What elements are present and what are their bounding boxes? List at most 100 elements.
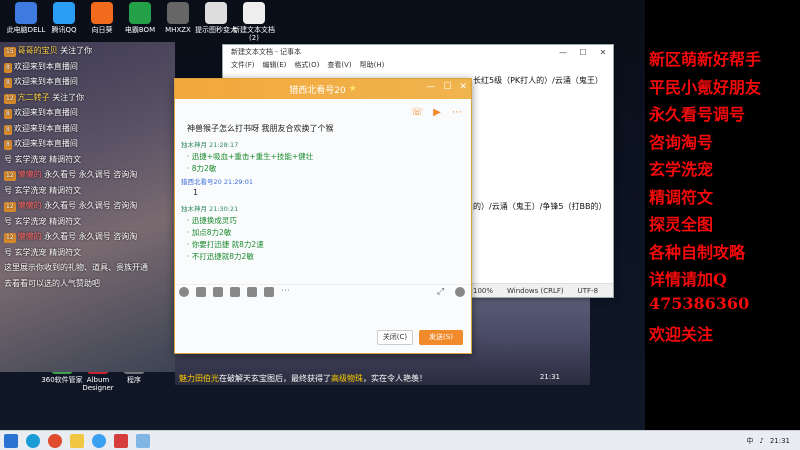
chat-text: 号 玄学洗宠 精调符文 <box>4 154 82 164</box>
chat-text: 永久看号 永久调号 咨询淘 <box>44 170 138 179</box>
menu-item[interactable]: 帮助(H) <box>360 60 385 70</box>
notepad-titlebar[interactable]: 新建文本文档 - 记事本 — ☐ ✕ <box>223 45 613 59</box>
qq-call-tools: ☏ ▶ ⋯ <box>411 107 463 119</box>
notepad-line-1: 长红5级（PK打人的）/云涌（鬼王） <box>473 76 603 85</box>
image-icon[interactable] <box>247 286 257 297</box>
app-icon <box>205 2 227 24</box>
chat-text: 关注了你 <box>60 46 93 55</box>
chat-username[interactable]: 懒懒的 <box>18 201 42 210</box>
chat-message: 1 <box>193 188 198 197</box>
qq-taskbar-icon[interactable] <box>92 433 106 448</box>
chrome-icon[interactable] <box>48 433 62 448</box>
level-badge: 12 <box>4 171 16 181</box>
promo-line: 探灵全图 <box>649 215 714 234</box>
folder-icon[interactable] <box>230 286 240 297</box>
close-icon[interactable]: ✕ <box>593 48 613 57</box>
edge-icon[interactable] <box>26 433 40 448</box>
chat-text: 关注了你 <box>52 92 85 102</box>
level-badge: 8 <box>4 124 12 135</box>
banner-item: 高级物珠 <box>331 374 363 383</box>
qq-input-toolbar: ⋯ ⤢ <box>175 284 471 298</box>
star-icon: ★ <box>348 84 357 94</box>
promo-line: 平民小氪好朋友 <box>649 77 762 97</box>
send-button[interactable]: 发送(S) <box>419 330 463 345</box>
emoji-icon[interactable] <box>179 286 189 297</box>
maximize-icon[interactable]: ☐ <box>443 82 451 92</box>
message-text: 独木神月 21:28:17 <box>181 141 239 149</box>
clock[interactable]: 21:31 <box>770 437 790 445</box>
banner-text1: 在破解天玄宝图后，最终获得了 <box>219 374 331 383</box>
close-button[interactable]: 关闭(C) <box>377 330 413 345</box>
promo-line: 永久看号调号 <box>649 105 746 124</box>
qq-message-input[interactable]: 关闭(C) 发送(S) <box>175 299 471 353</box>
menu-item[interactable]: 查看(V) <box>327 60 351 70</box>
qq-chat-header[interactable]: 猎西北看号20 ★ — ☐ ✕ <box>175 79 471 99</box>
qq-chat-window[interactable]: 猎西北看号20 ★ — ☐ ✕ ☏ ▶ ⋯ 神兽猴子怎么打书呀 我朋友合欢换了个… <box>174 78 472 354</box>
windows-start-icon[interactable] <box>4 433 18 448</box>
chat-message: · 你要打迅捷 就8力2速 <box>187 239 264 250</box>
phone-screen-icon[interactable] <box>264 286 274 297</box>
promo-line: 咨询淘号 <box>649 132 714 152</box>
chat-message: · 不打迅捷就8力2敏 <box>187 251 254 262</box>
encoding: UTF-8 <box>577 286 599 295</box>
promo-line: 精调符文 <box>649 187 714 207</box>
chat-text: 欢迎来到本直播间 <box>13 61 78 71</box>
qq-chat-title: 猎西北看号20 <box>289 85 346 96</box>
app-icon[interactable] <box>114 433 128 448</box>
stream-chat-line: 号 玄学洗宠 精调符文 <box>4 186 81 196</box>
notepad-taskbar-icon[interactable] <box>136 433 150 448</box>
phone-icon[interactable]: ☏ <box>411 107 424 119</box>
level-badge: 8 <box>4 140 12 150</box>
message-text: 神兽猴子怎么打书呀 我朋友合欢换了个猴 <box>187 124 334 133</box>
desktop-icon-label: 新建文本文档(2) <box>233 26 275 42</box>
more-tools-icon[interactable]: ⋯ <box>281 286 291 297</box>
chat-username[interactable]: 懒懒的 <box>18 232 42 241</box>
stream-chat-line: 12 懒懒的 永久看号 永久调号 咨询淘 <box>4 232 137 243</box>
game-stream-view: 15 哥哥的宝贝 关注了你 8 欢迎来到本直播间 8 欢迎来到本直播间 12 亢二转子 关注了… <box>0 42 175 372</box>
game-broadcast-banner: 魅力田伯光在破解天玄宝图后，最终获得了高级物珠，实在令人艳羡！ <box>175 372 585 386</box>
chat-username[interactable]: 亢二转子 <box>18 93 50 102</box>
chat-text: 这里展示你收到的礼物、道具、贵族开通 <box>4 263 148 272</box>
message-text: 迅捷换成灵巧 <box>191 216 237 225</box>
chat-message: 神兽猴子怎么打书呀 我朋友合欢换了个猴 <box>187 123 334 134</box>
expand-icon[interactable]: ⤢ <box>437 287 447 297</box>
speaker-icon[interactable]: ♪ <box>759 437 763 445</box>
maximize-icon[interactable]: ☐ <box>573 48 593 57</box>
banner-text2: ，实在令人艳羡！ <box>363 374 427 383</box>
menu-item[interactable]: 文件(F) <box>231 60 255 70</box>
scissors-icon[interactable] <box>213 286 223 297</box>
chat-text: 欢迎来到本直播间 <box>13 139 78 148</box>
stream-chat-line: 12 亢二转子 关注了你 <box>4 93 84 104</box>
app-icon <box>129 2 151 24</box>
app-icon <box>53 2 75 24</box>
app-icon <box>15 2 37 24</box>
stream-chat-line: 12 懒懒的 永久看号 永久调号 咨询淘 <box>4 201 137 212</box>
chat-message: · 迅捷+吸血+重击+重生+技能+健壮 <box>187 151 313 162</box>
stream-chat-line: 这里展示你收到的礼物、道具、贵族开通 <box>4 263 148 273</box>
level-badge: 8 <box>4 62 12 73</box>
chat-text: 欢迎来到本直播间 <box>13 123 78 133</box>
chat-username[interactable]: 哥哥的宝贝 <box>18 46 58 55</box>
menu-item[interactable]: 格式(O) <box>294 60 319 70</box>
promo-line: 各种自制攻略 <box>649 242 746 262</box>
minimize-icon[interactable]: — <box>426 82 435 92</box>
message-text: 你要打迅捷 就8力2速 <box>191 240 264 249</box>
stream-chat-line: 8 欢迎来到本直播间 <box>4 124 78 135</box>
chat-text: 永久看号 永久调号 咨询淘 <box>44 232 138 241</box>
chat-username[interactable]: 懒懒的 <box>18 170 42 179</box>
history-icon[interactable] <box>455 286 465 297</box>
gif-icon[interactable] <box>196 286 206 297</box>
menu-item[interactable]: 编辑(E) <box>263 60 287 70</box>
minimize-icon[interactable]: — <box>553 48 573 57</box>
explorer-icon[interactable] <box>70 433 84 448</box>
desktop-icon[interactable]: 新建文本文档(2) <box>232 2 276 42</box>
more-icon[interactable]: ⋯ <box>451 107 463 119</box>
stream-chat-line: 15 哥哥的宝贝 关注了你 <box>4 46 92 57</box>
ime-indicator[interactable]: 中 <box>746 436 753 446</box>
level-badge: 15 <box>4 47 16 57</box>
promo-line: 详情请加Q <box>649 270 727 289</box>
video-icon[interactable]: ▶ <box>431 107 443 119</box>
notepad-menubar: 文件(F) 编辑(E) 格式(O) 查看(V) 帮助(H) <box>223 59 613 71</box>
close-icon[interactable]: ✕ <box>459 82 467 92</box>
notepad-title: 新建文本文档 - 记事本 <box>231 48 301 56</box>
